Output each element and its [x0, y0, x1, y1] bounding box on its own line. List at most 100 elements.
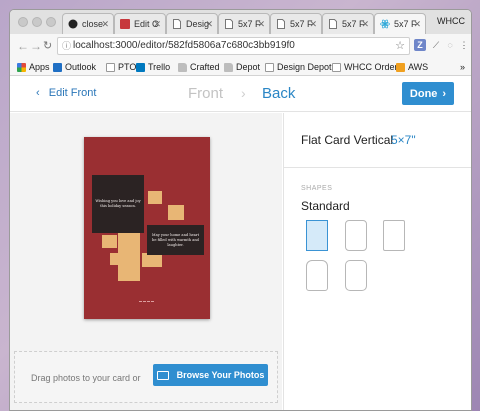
bookmark-item[interactable]: Apps	[17, 62, 50, 72]
doc-icon	[276, 19, 286, 29]
bookmark-label: PTO	[118, 62, 137, 72]
doc-icon	[172, 19, 182, 29]
step-back-tab[interactable]: Back	[262, 85, 295, 102]
card-type-title: Flat Card Vertical	[301, 133, 394, 147]
browser-tab[interactable]: 5x7 F ✕	[270, 13, 322, 34]
extension-z-icon[interactable]: Z	[414, 39, 426, 51]
shape-option-small-rounded[interactable]	[383, 220, 405, 251]
shape-option-rounded-corners[interactable]	[345, 220, 367, 251]
photo-slot[interactable]	[142, 253, 162, 267]
profile-name[interactable]: WHCC	[437, 16, 465, 26]
bookmark-star-icon[interactable]: ☆	[395, 38, 405, 54]
bookmark-label: Depot	[236, 62, 261, 72]
chevron-right-icon: ›	[241, 85, 246, 101]
card-app-icon	[120, 19, 130, 29]
browser-window: close ✕ Edit C ✕ Desig ✕ 5x7 F ✕ 5x7 F ✕…	[9, 9, 472, 411]
bookmark-label: Apps	[29, 62, 50, 72]
tab-strip: close ✕ Edit C ✕ Desig ✕ 5x7 F ✕ 5x7 F ✕…	[10, 10, 471, 34]
folder-icon	[224, 62, 233, 72]
editor-page: ‹ Edit Front Front › Back Done › Wishing…	[10, 76, 471, 410]
shape-option-scalloped[interactable]	[345, 260, 367, 291]
photo-slot[interactable]	[110, 253, 122, 265]
browser-tab[interactable]: 5x7 F ✕	[322, 13, 374, 34]
chevron-left-icon: ‹	[36, 87, 40, 99]
divider	[284, 167, 471, 168]
close-tab-icon[interactable]: ✕	[361, 19, 369, 30]
shape-option-square-corners[interactable]	[306, 220, 328, 251]
bookmark-item[interactable]: Crafted	[178, 62, 220, 72]
doc-icon	[328, 19, 338, 29]
page-info-icon[interactable]: ⓘ	[62, 38, 71, 54]
extension-sync-icon[interactable]: ◌	[444, 39, 456, 51]
close-window-button[interactable]	[18, 17, 28, 27]
reload-icon[interactable]: ↻	[43, 39, 52, 52]
url-text: localhost:3000/editor/582fd5806a7c680c3b…	[73, 40, 295, 51]
bookmark-item[interactable]: Outlook	[53, 62, 96, 72]
bookmark-item[interactable]: WHCC Order	[332, 62, 398, 72]
forward-arrow-icon[interactable]: →	[30, 39, 42, 53]
shape-option-arched[interactable]	[306, 260, 328, 291]
card-back-preview[interactable]: Wishing you love and joy this holiday se…	[84, 137, 210, 319]
photo-dropzone[interactable]: Drag photos to your card or Browse Your …	[14, 351, 278, 403]
bookmark-label: Trello	[148, 62, 171, 72]
edit-front-link[interactable]: ‹ Edit Front	[36, 87, 96, 99]
aws-icon	[396, 62, 405, 72]
bookmark-label: Crafted	[190, 62, 220, 72]
quote-box[interactable]: May your home and heart be filled with w…	[147, 225, 204, 255]
photo-slot[interactable]	[148, 191, 162, 204]
close-tab-icon[interactable]: ✕	[413, 19, 421, 30]
doc-icon	[265, 62, 274, 72]
quote-text: May your home and heart be filled with w…	[151, 232, 200, 247]
doc-icon	[106, 62, 115, 72]
close-tab-icon[interactable]: ✕	[205, 19, 213, 30]
shapes-label: SHAPES	[301, 185, 333, 192]
bookmarks-bar: Apps Outlook PTO Trello Crafted Depot De…	[10, 59, 471, 76]
github-icon	[68, 19, 78, 29]
close-tab-icon[interactable]: ✕	[257, 19, 265, 30]
bookmark-label: Outlook	[65, 62, 97, 72]
close-tab-icon[interactable]: ✕	[101, 19, 109, 30]
back-arrow-icon[interactable]: ←	[17, 39, 29, 53]
photo-slot[interactable]	[102, 235, 117, 248]
browse-photos-button[interactable]: Browse Your Photos	[153, 364, 268, 386]
bookmark-item[interactable]: Trello	[136, 62, 170, 72]
minimize-window-button[interactable]	[32, 17, 42, 27]
card-canvas: Wishing you love and joy this holiday se…	[10, 113, 282, 410]
quote-box[interactable]: Wishing you love and joy this holiday se…	[92, 175, 144, 233]
close-tab-icon[interactable]: ✕	[309, 19, 317, 30]
browser-tab-active[interactable]: 5x7 F ✕	[374, 13, 426, 34]
done-label: Done	[409, 87, 438, 100]
address-bar[interactable]: ⓘ localhost:3000/editor/582fd5806a7c680c…	[57, 37, 410, 55]
trello-icon	[136, 62, 145, 72]
quote-text: Wishing you love and joy this holiday se…	[95, 199, 141, 208]
folder-icon	[178, 62, 187, 72]
bookmark-label: Design Depot	[277, 62, 332, 72]
maximize-window-button[interactable]	[46, 17, 56, 27]
shape-name: Standard	[301, 199, 350, 213]
signature-line: ▬▬▬▬	[139, 299, 155, 303]
browser-tab[interactable]: 5x7 F ✕	[218, 13, 270, 34]
close-tab-icon[interactable]: ✕	[153, 19, 161, 30]
image-icon	[156, 370, 169, 380]
card-size-link[interactable]: 5×7"	[391, 133, 416, 147]
browser-tab[interactable]: Edit C ✕	[114, 13, 166, 34]
photo-slot[interactable]	[168, 205, 184, 220]
outlook-icon	[53, 62, 62, 72]
browser-tab[interactable]: Desig ✕	[166, 13, 218, 34]
step-front-tab[interactable]: Front	[188, 85, 223, 102]
bookmark-item[interactable]: Design Depot	[265, 62, 332, 72]
bookmarks-overflow-button[interactable]: »	[460, 62, 465, 72]
options-sidebar: Flat Card Vertical 5×7" SHAPES Standard	[283, 113, 471, 410]
extension-eyedropper-icon[interactable]: ⟋	[430, 39, 442, 51]
bookmark-item[interactable]: PTO	[106, 62, 136, 72]
menu-dots-icon[interactable]: ⋮	[458, 39, 470, 51]
doc-icon	[332, 62, 341, 72]
editor-header: ‹ Edit Front Front › Back Done ›	[10, 76, 471, 112]
bookmark-label: AWS	[408, 62, 429, 72]
browser-tab[interactable]: close ✕	[62, 13, 114, 34]
done-button[interactable]: Done ›	[402, 82, 454, 105]
bookmark-item[interactable]: AWS	[396, 62, 428, 72]
bookmark-item[interactable]: Depot	[224, 62, 260, 72]
doc-icon	[224, 19, 234, 29]
apps-icon	[17, 62, 26, 72]
